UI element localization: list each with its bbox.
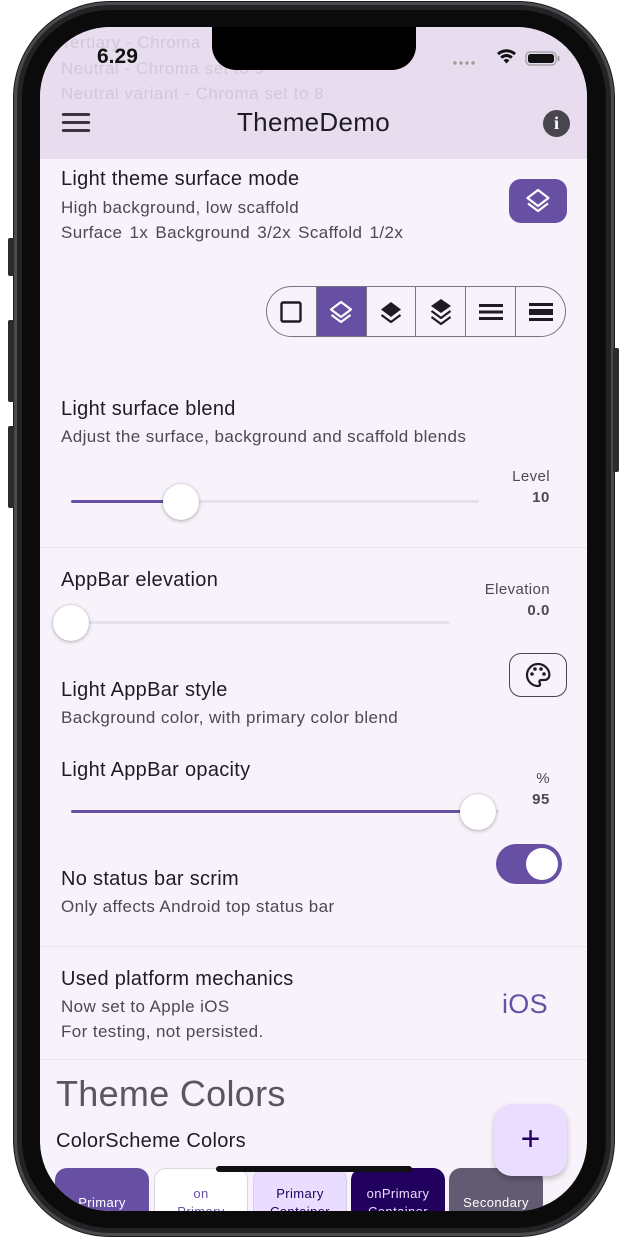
platform-badge[interactable]: iOS [502, 989, 548, 1020]
surface-blend-subtitle: Adjust the surface, background and scaff… [61, 427, 467, 446]
divider [40, 547, 587, 548]
appbar-elevation-slider-thumb[interactable] [53, 605, 89, 641]
appbar-opacity-title: Light AppBar opacity [61, 759, 251, 781]
app-bar-title: ThemeDemo [237, 107, 390, 137]
surface-blend-value: 10 [532, 489, 550, 506]
volume-up-button [8, 320, 14, 402]
power-button [613, 348, 619, 472]
swatch-label: onPrimary Container [366, 1186, 430, 1211]
stack-icon [430, 298, 452, 325]
background-text-neutral-variant: Neutral variant - Chroma set to 8 [61, 84, 325, 103]
square-outline-icon [280, 300, 303, 323]
horizontal-bars-icon [478, 303, 503, 320]
volume-down-button [8, 426, 14, 508]
status-icons [453, 49, 560, 66]
colorscheme-colors-heading: ColorScheme Colors [56, 1130, 246, 1152]
platform-line1: Now set to Apple iOS [61, 997, 230, 1016]
screen: Tertiary - Chroma Neutral - Chroma set t… [40, 27, 587, 1211]
swatch-primary-container[interactable]: Primary Container [253, 1168, 347, 1211]
swatch-on-primary-container[interactable]: onPrimary Container [351, 1168, 445, 1211]
surface-mode-button[interactable] [509, 179, 567, 223]
divider [40, 946, 587, 947]
layers-filled-icon [380, 301, 402, 323]
platform-line2: For testing, not persisted. [61, 1022, 264, 1041]
surface-mode-segmented-control[interactable] [266, 286, 566, 337]
status-time: 6.29 [97, 45, 138, 68]
appbar-opacity-value: 95 [532, 791, 550, 808]
palette-icon [525, 662, 551, 688]
status-scrim-switch[interactable] [496, 844, 562, 884]
appbar-opacity-value-label: % [536, 770, 550, 787]
surface-mode-subtitle: High background, low scaffold [61, 198, 300, 217]
notch [212, 27, 416, 70]
surface-mode-detail: Surface 1x Background 3/2x Scaffold 1/2x [61, 223, 404, 242]
swatch-label: Secondary [463, 1195, 529, 1210]
appbar-elevation-slider[interactable] [71, 621, 450, 624]
appbar-style-subtitle: Background color, with primary color ble… [61, 708, 399, 727]
switch-knob [526, 848, 558, 880]
segment-square-option[interactable] [267, 287, 317, 336]
appbar-opacity-slider-fill [71, 810, 478, 813]
app-bar: Tertiary - Chroma Neutral - Chroma set t… [40, 27, 587, 159]
theme-colors-heading: Theme Colors [56, 1073, 286, 1114]
horizontal-bars-thick-icon [528, 302, 553, 321]
surface-blend-title: Light surface blend [61, 398, 236, 420]
platform-title: Used platform mechanics [61, 968, 294, 990]
appbar-elevation-value: 0.0 [527, 602, 550, 619]
info-icon[interactable]: i [543, 110, 570, 137]
divider [40, 1059, 587, 1060]
appbar-elevation-value-label: Elevation [484, 581, 550, 598]
silent-switch [8, 238, 14, 276]
floating-action-button[interactable]: + [494, 1104, 567, 1176]
swatch-label: on Primary [177, 1186, 224, 1211]
battery-icon [525, 51, 560, 66]
appbar-opacity-slider[interactable] [71, 810, 499, 813]
segment-thick-bars-option[interactable] [516, 287, 565, 336]
surface-blend-slider-thumb[interactable] [163, 484, 200, 520]
appbar-style-button[interactable] [509, 653, 567, 697]
layers-outline-icon [330, 300, 353, 323]
appbar-opacity-slider-thumb[interactable] [459, 794, 496, 830]
appbar-elevation-title: AppBar elevation [61, 569, 219, 591]
wifi-icon [497, 49, 516, 64]
swatch-on-primary[interactable]: on Primary [154, 1168, 248, 1211]
layers-outline-icon [526, 188, 550, 213]
settings-list[interactable]: Light theme surface mode High background… [40, 159, 587, 1211]
status-scrim-title: No status bar scrim [61, 868, 239, 890]
segment-layers-filled-option[interactable] [367, 287, 417, 336]
status-scrim-subtitle: Only affects Android top status bar [61, 897, 335, 916]
cellular-signal-icon [453, 61, 475, 65]
home-indicator[interactable] [216, 1166, 412, 1172]
surface-blend-value-label: Level [512, 468, 550, 485]
swatch-primary[interactable]: Primary [55, 1168, 149, 1211]
surface-blend-slider[interactable] [71, 500, 479, 503]
appbar-style-title: Light AppBar style [61, 679, 228, 701]
segment-layers-outline-option[interactable] [316, 287, 367, 336]
segment-bars-option[interactable] [466, 287, 517, 336]
segment-stack-option[interactable] [416, 287, 467, 336]
swatch-label: Primary Container [270, 1186, 330, 1211]
surface-mode-title: Light theme surface mode [61, 168, 300, 190]
swatch-label: Primary [78, 1195, 126, 1210]
